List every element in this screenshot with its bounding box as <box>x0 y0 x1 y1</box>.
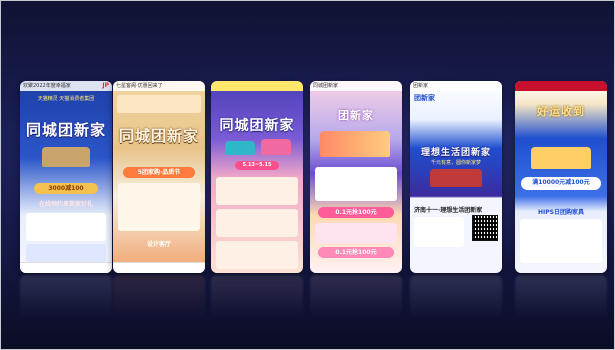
reflection <box>410 275 502 319</box>
brand-badge: JP <box>102 82 109 89</box>
phone-screenshot-2: 七星客阁·优惠回来了 同城团新家 5团家购·品质节 设计客厅 <box>113 81 205 273</box>
store-name: 济南十一·理想生活团新家 <box>414 207 483 214</box>
header-card <box>117 95 201 113</box>
promo-banner: 在线预约享新家好礼 <box>38 201 93 208</box>
promo-pill[interactable]: 0.1元抢100元 <box>318 247 394 258</box>
reflection <box>515 275 607 319</box>
furniture-image <box>261 139 291 155</box>
phone-screenshot-6: 好运收到 满10000元减100元 HIPS日团购家具 <box>515 81 607 273</box>
status-bar <box>211 81 303 91</box>
brand-logo: 团新家 <box>414 94 435 102</box>
furniture-image <box>225 141 255 155</box>
status-bar: 团新家 <box>410 81 502 91</box>
offers-card[interactable] <box>118 183 200 231</box>
qr-code-icon[interactable] <box>472 215 498 241</box>
logo-title: 团新家 <box>338 109 374 122</box>
promo-banner: HIPS日团购家具 <box>538 209 584 216</box>
status-text: 团新家 <box>413 83 429 89</box>
rules-card <box>520 219 602 263</box>
status-text: 欢聚2022年度幸福家 <box>23 83 71 89</box>
status-bar <box>515 81 607 91</box>
phone-screenshot-1: 欢聚2022年度幸福家 JP 天猫精灵 天猫消费者集团 同城团新家 3000减1… <box>20 81 112 273</box>
phone-screenshot-3: 同城团新家 5.13~5.15 <box>211 81 303 273</box>
page-title: 同城团新家 <box>25 121 106 139</box>
status-text: 同城团新家 <box>313 83 339 89</box>
discount-pill[interactable]: 满10000元减100元 <box>521 177 601 190</box>
hero-image <box>320 131 390 157</box>
sofa-image <box>430 169 482 187</box>
product-card[interactable] <box>216 177 298 205</box>
coupon-card[interactable] <box>26 213 106 241</box>
page-title: 同城团新家 <box>219 118 295 134</box>
product-card[interactable] <box>216 209 298 237</box>
tab-bar <box>20 262 112 273</box>
status-bar: 欢聚2022年度幸福家 <box>20 81 112 91</box>
promo-pill[interactable]: 0.1元抢100元 <box>318 207 394 218</box>
reflection <box>310 275 402 319</box>
date-pill: 5.13~5.15 <box>235 161 279 170</box>
store-info <box>414 217 464 247</box>
product-card[interactable] <box>216 241 298 269</box>
subtitle: 千元有意，圆你新家梦 <box>430 160 481 166</box>
promo-pill[interactable]: 5团家购·品质节 <box>123 167 195 178</box>
info-card <box>26 244 106 262</box>
person-card <box>315 223 397 243</box>
subtitle: 天猫精灵 天猫消费者集团 <box>37 96 95 102</box>
reflection <box>113 275 205 319</box>
page-title: 理想生活团新家 <box>420 148 491 158</box>
reflection <box>211 275 303 319</box>
offer-card[interactable] <box>315 167 397 201</box>
status-bar: 七星客阁·优惠回来了 <box>113 81 205 91</box>
sofa-image <box>42 147 90 167</box>
hero-image <box>531 147 591 169</box>
page-title: 好运收到 <box>537 105 585 118</box>
tab-bar <box>113 262 205 273</box>
reflection <box>20 275 112 319</box>
status-text: 七星客阁·优惠回来了 <box>116 83 163 89</box>
status-bar: 同城团新家 <box>310 81 402 91</box>
phone-screenshot-5: 团新家 团新家 理想生活团新家 千元有意，圆你新家梦 济南十一·理想生活团新家 <box>410 81 502 273</box>
discount-pill[interactable]: 3000减100 <box>34 183 98 194</box>
phone-screenshot-4: 同城团新家 团新家 0.1元抢100元 0.1元抢100元 <box>310 81 402 273</box>
page-title: 同城团新家 <box>118 127 199 145</box>
section-title: 设计客厅 <box>146 241 171 248</box>
showcase-canvas: 欢聚2022年度幸福家 JP 天猫精灵 天猫消费者集团 同城团新家 3000减1… <box>0 0 615 350</box>
